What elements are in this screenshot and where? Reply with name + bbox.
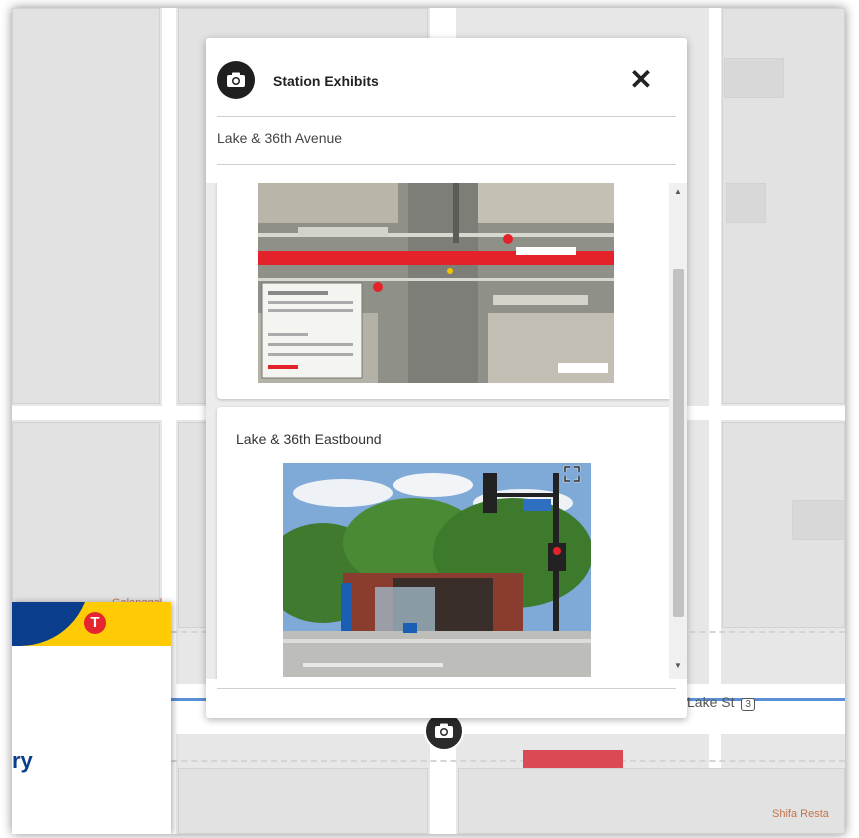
popup-title: Station Exhibits (273, 73, 379, 89)
building (724, 58, 784, 98)
exhibit-title: Lake & 36th Eastbound (236, 431, 382, 447)
street-label: Lake St 3 (687, 694, 755, 711)
close-icon[interactable]: ✕ (626, 65, 656, 95)
highlighted-segment[interactable] (523, 750, 623, 768)
divider (217, 688, 676, 689)
divider (217, 116, 676, 117)
exhibit-card (217, 183, 683, 399)
divider (217, 164, 676, 165)
building (458, 768, 845, 834)
building (12, 8, 160, 404)
building (178, 768, 428, 834)
station-exhibits-popup: Station Exhibits ✕ Lake & 36th Avenue La… (206, 38, 687, 718)
building (792, 500, 845, 540)
station-plan-diagram[interactable] (258, 183, 614, 383)
building (726, 183, 766, 223)
scroll-down-arrow[interactable]: ▼ (669, 661, 687, 673)
popup-header: Station Exhibits ✕ (206, 38, 687, 116)
metro-transit-logo: T (84, 612, 106, 634)
fullscreen-icon[interactable] (562, 464, 582, 484)
scrollbar-thumb[interactable] (673, 269, 684, 617)
station-photo[interactable] (283, 463, 591, 677)
scroll-up-arrow[interactable]: ▲ (669, 187, 687, 199)
scrollbar[interactable]: ▲ ▼ (669, 183, 687, 679)
route-shield: 3 (741, 698, 755, 711)
transit-side-card: T ry (12, 602, 171, 834)
side-card-text: ry (12, 748, 33, 773)
exhibit-card: Lake & 36th Eastbound (217, 407, 683, 679)
exhibits-list[interactable]: Lake & 36th Eastbound (206, 183, 687, 679)
station-name: Lake & 36th Avenue (217, 130, 343, 146)
camera-icon (217, 61, 255, 99)
camera-icon (435, 723, 453, 738)
screenshot-frame: Lake St 3 Galanggal Shifa Resta T ry (12, 8, 845, 834)
poi-label[interactable]: Shifa Resta (772, 808, 829, 820)
